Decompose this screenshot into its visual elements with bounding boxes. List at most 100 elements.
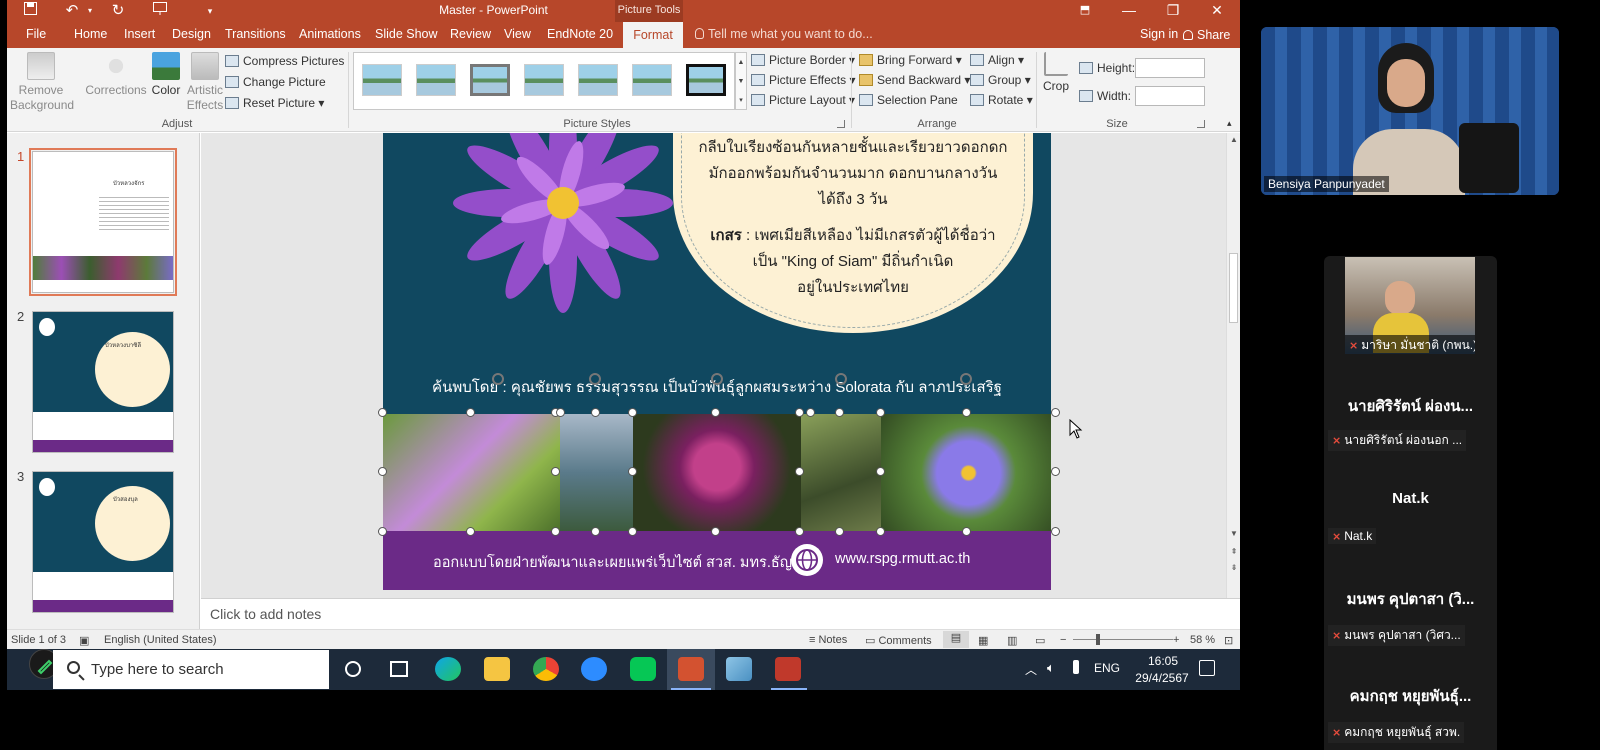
pdf-app-icon[interactable] — [775, 657, 801, 681]
current-slide[interactable]: กลีบใบเรียงซ้อนกันหลายชั้นและเรียวยาวดอก… — [383, 133, 1051, 590]
resize-handle[interactable] — [962, 527, 971, 536]
tell-me-box[interactable]: Tell me what you want to do... — [695, 27, 873, 41]
resize-handle[interactable] — [711, 408, 720, 417]
send-backward-button[interactable]: Send Backward ▾ — [859, 71, 970, 89]
zoom-slider-thumb[interactable] — [1096, 634, 1100, 645]
kesorn-line-2[interactable]: เป็น "King of Siam" มีถิ่นกำเนิด — [683, 249, 1023, 275]
resize-handle[interactable] — [466, 408, 475, 417]
reset-picture-button[interactable]: Reset Picture ▾ — [225, 94, 324, 112]
slideshow-view-icon[interactable]: ▭ — [1035, 634, 1045, 647]
normal-view-icon[interactable]: ▤ — [943, 631, 969, 648]
line-app-icon[interactable] — [630, 657, 656, 681]
corrections-button[interactable]: Corrections — [80, 52, 152, 98]
reading-view-icon[interactable]: ▥ — [1007, 634, 1017, 647]
resize-handle[interactable] — [551, 467, 560, 476]
height-input[interactable] — [1135, 58, 1205, 78]
tab-file[interactable]: File — [26, 27, 46, 41]
zoom-in-icon[interactable]: + — [1173, 634, 1179, 646]
photo-strip[interactable] — [383, 414, 1051, 532]
circle-line-2[interactable]: มักออกพร้อมกันจำนวนมาก ดอกบานกลางวัน — [683, 161, 1023, 187]
resize-handle[interactable] — [551, 527, 560, 536]
compress-pictures-button[interactable]: Compress Pictures — [225, 52, 344, 70]
signin-link[interactable]: Sign in — [1140, 27, 1178, 41]
rotate-handle[interactable] — [835, 373, 847, 385]
spellcheck-icon[interactable]: ▣ — [79, 634, 89, 647]
bring-forward-button[interactable]: Bring Forward ▾ — [859, 51, 962, 69]
kesorn-line-1[interactable]: เกสร : เพศเมียสีเหลือง ไม่มีเกสรตัวผู้ได… — [683, 223, 1023, 249]
artistic-effects-button[interactable]: Artistic Effects — [182, 52, 228, 113]
footer-url[interactable]: www.rspg.rmutt.ac.th — [835, 551, 970, 567]
align-button[interactable]: Align ▾ — [970, 51, 1024, 69]
resize-handle[interactable] — [628, 467, 637, 476]
resize-handle[interactable] — [806, 408, 815, 417]
notes-button[interactable]: ≡ Notes — [809, 634, 847, 646]
task-view-icon[interactable] — [390, 661, 408, 677]
picture-layout-button[interactable]: Picture Layout ▾ — [751, 91, 855, 109]
tab-insert[interactable]: Insert — [124, 27, 155, 41]
picture-style-7[interactable] — [686, 64, 726, 96]
rotate-button[interactable]: Rotate ▾ — [970, 91, 1033, 109]
zoom-app-icon[interactable] — [581, 657, 607, 681]
gallery-scroll[interactable]: ▲ ▼ ▾ — [735, 52, 747, 110]
share-button[interactable]: Share — [1177, 22, 1240, 48]
participant-video-1[interactable]: ⨯ มาริษา มั่นชาติ (กพน.) — [1345, 257, 1475, 354]
zoom-out-icon[interactable]: − — [1060, 634, 1066, 646]
size-launcher-icon[interactable] — [1197, 120, 1205, 128]
picture-styles-launcher-icon[interactable] — [837, 120, 845, 128]
resize-handle[interactable] — [1051, 527, 1060, 536]
tab-home[interactable]: Home — [74, 27, 107, 41]
powerpoint-icon[interactable] — [678, 657, 704, 681]
ribbon-display-icon[interactable]: ⬒ — [1063, 0, 1107, 22]
lotus-image[interactable] — [423, 133, 723, 323]
crop-button[interactable]: Crop — [1038, 52, 1074, 94]
resize-handle[interactable] — [835, 408, 844, 417]
slide-thumbnail-pane[interactable]: 1 บัวหลวงจักร 2 บัวหลวงบาซิลี 3 บัวสองบุ… — [7, 133, 200, 629]
footer-designer-text[interactable]: ออกแบบโดยฝ่ายพัฒนาและเผยแพร่เว็บไซต์ สวส… — [433, 551, 809, 574]
tab-endnote[interactable]: EndNote 20 — [547, 27, 613, 41]
picture-border-button[interactable]: Picture Border ▾ — [751, 51, 855, 69]
main-speaker-video[interactable]: Bensiya Panpunyadet — [1261, 27, 1559, 195]
resize-handle[interactable] — [876, 408, 885, 417]
resize-handle[interactable] — [795, 467, 804, 476]
slide-thumbnail-2[interactable]: บัวหลวงบาซิลี — [32, 311, 174, 453]
picture-style-1[interactable] — [362, 64, 402, 96]
resize-handle[interactable] — [378, 527, 387, 536]
photo-pond[interactable] — [560, 414, 633, 532]
color-button[interactable]: Color — [145, 52, 187, 98]
picture-style-6[interactable] — [632, 64, 672, 96]
tab-transitions[interactable]: Transitions — [225, 27, 286, 41]
group-button[interactable]: Group ▾ — [970, 71, 1031, 89]
rotate-handle[interactable] — [960, 373, 972, 385]
gallery-down-icon[interactable]: ▼ — [736, 72, 746, 91]
language-indicator[interactable]: English (United States) — [104, 634, 217, 646]
slide-sorter-icon[interactable]: ▦ — [978, 634, 988, 647]
resize-handle[interactable] — [378, 467, 387, 476]
editor-vertical-scrollbar[interactable]: ▲ ▼ ⇞ ⇟ — [1226, 133, 1240, 598]
notes-pane[interactable]: Click to add notes — [201, 598, 1240, 629]
close-icon[interactable]: ✕ — [1195, 0, 1239, 22]
resize-handle[interactable] — [556, 408, 565, 417]
circle-line-1[interactable]: กลีบใบเรียงซ้อนกันหลายชั้นและเรียวยาวดอก… — [683, 135, 1023, 161]
photo-lotus-bud[interactable] — [383, 414, 560, 532]
tab-animations[interactable]: Animations — [299, 27, 361, 41]
kesorn-line-3[interactable]: อยู่ในประเทศไทย — [683, 275, 1023, 301]
photo-pink-lotus[interactable] — [633, 414, 801, 532]
picture-style-4[interactable] — [524, 64, 564, 96]
resize-handle[interactable] — [795, 408, 804, 417]
cortana-icon[interactable] — [345, 661, 361, 677]
clock-date[interactable]: 29/4/2567 — [1131, 671, 1193, 685]
tab-format[interactable]: Format — [623, 22, 683, 48]
zoom-level[interactable]: 58 % — [1190, 634, 1215, 646]
file-explorer-icon[interactable] — [484, 657, 510, 681]
tab-slide-show[interactable]: Slide Show — [375, 27, 438, 41]
taskbar-search[interactable]: Type here to search — [53, 650, 329, 689]
previous-slide-icon[interactable]: ⇞ — [1227, 547, 1240, 556]
input-language[interactable]: ENG — [1094, 661, 1120, 675]
zoom-slider[interactable] — [1073, 639, 1173, 640]
resize-handle[interactable] — [876, 467, 885, 476]
scroll-down-icon[interactable]: ▼ — [1227, 529, 1240, 538]
picture-styles-gallery[interactable] — [353, 52, 735, 110]
edge-icon[interactable] — [435, 657, 461, 681]
slide-editor[interactable]: กลีบใบเรียงซ้อนกันหลายชั้นและเรียวยาวดอก… — [201, 133, 1226, 598]
resize-handle[interactable] — [1051, 408, 1060, 417]
